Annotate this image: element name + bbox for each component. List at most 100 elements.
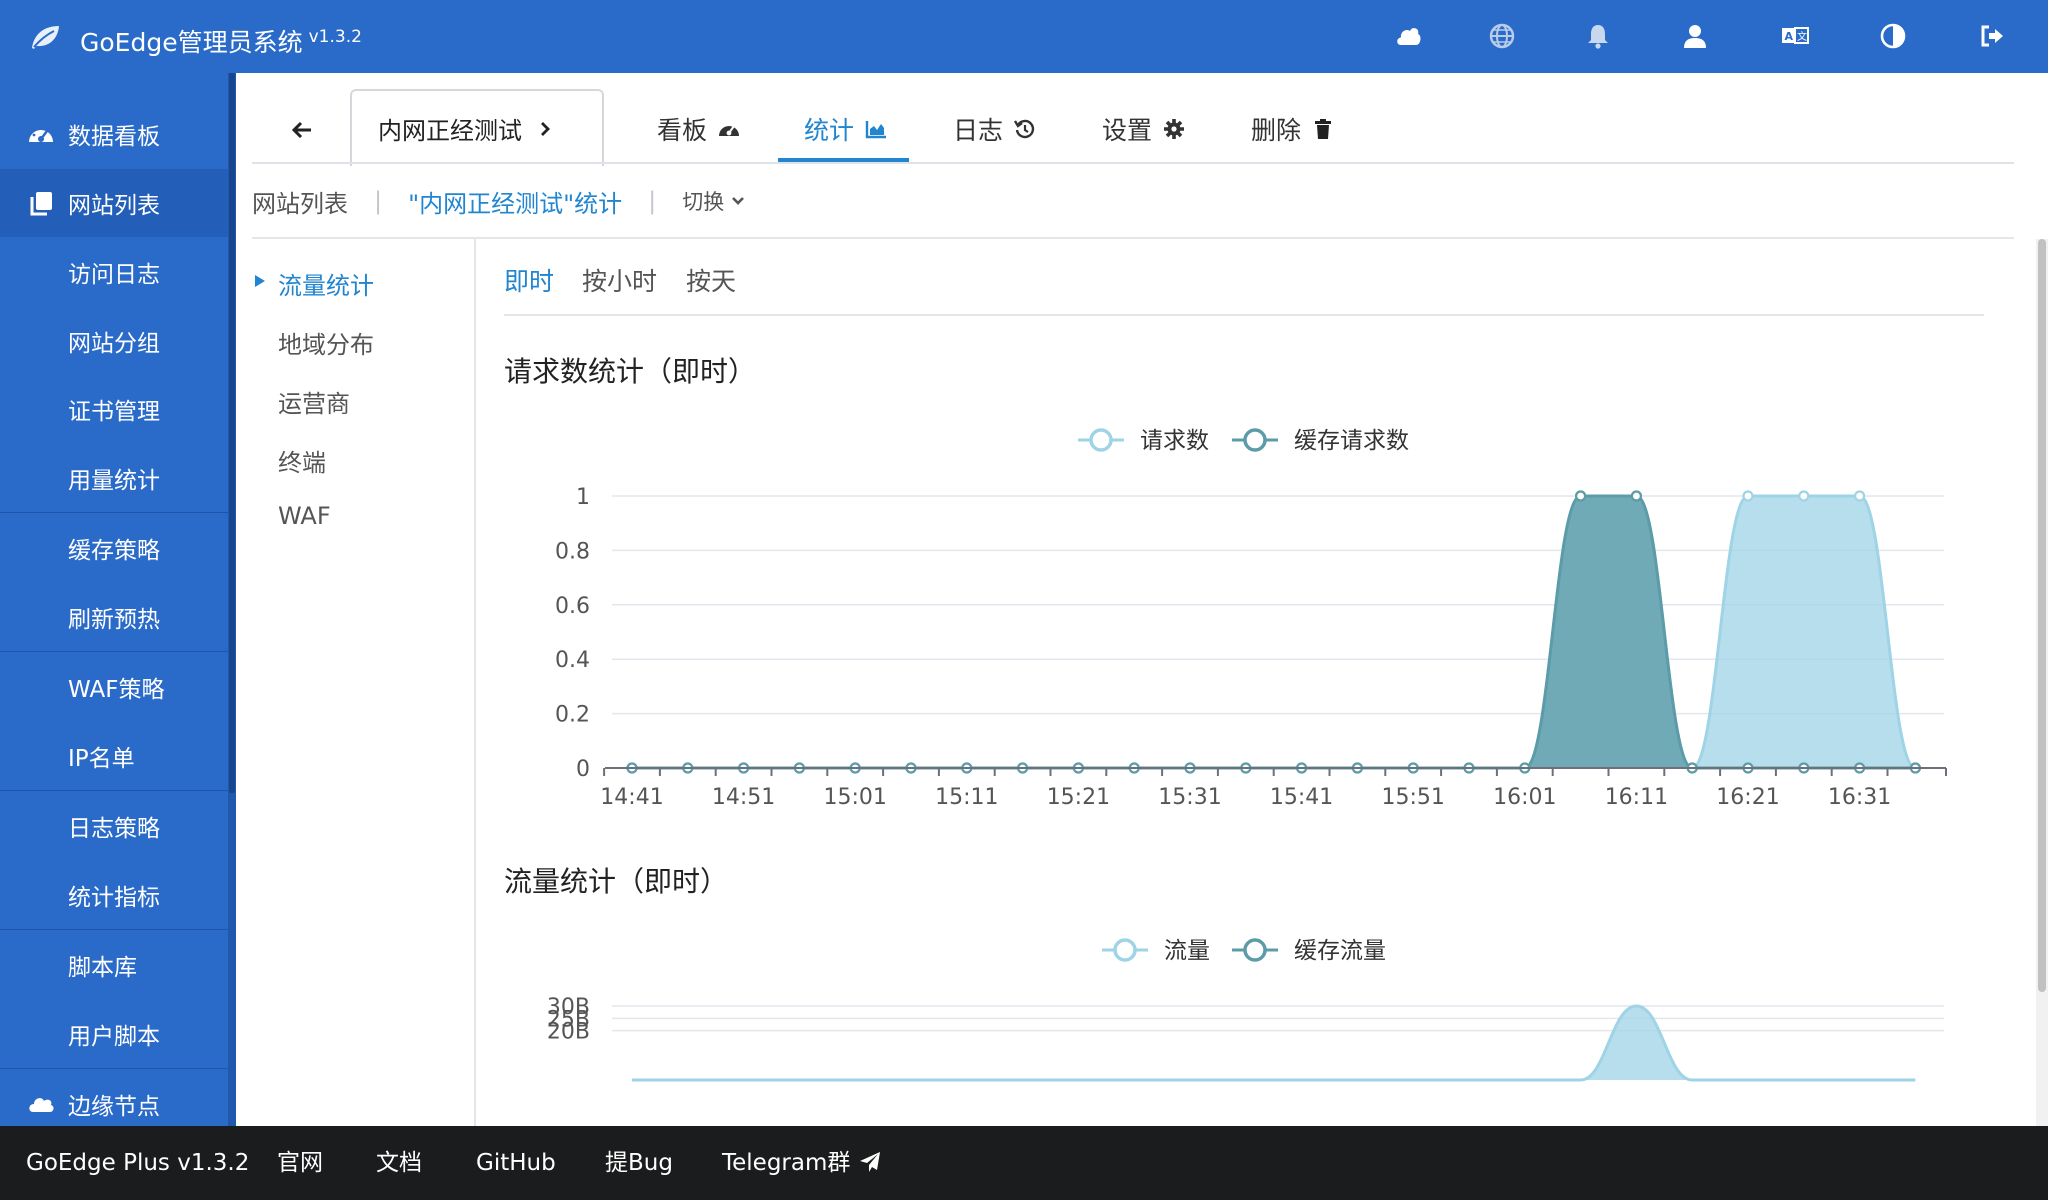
sidebar-item-label: 网站分组 <box>68 331 160 357</box>
footer-link-telegram[interactable]: Telegram群 <box>722 1148 882 1178</box>
sidebar-item-sites[interactable]: 网站列表 <box>0 169 228 237</box>
sidebar-item-label: 脚本库 <box>68 955 137 981</box>
requests-chart-title: 请求数统计（即时） <box>504 355 757 388</box>
history-icon <box>1013 119 1035 139</box>
sidebar-scrollbar-thumb[interactable] <box>229 73 235 793</box>
x-tick-label: 15:21 <box>1047 785 1110 810</box>
traffic-chart-title: 流量统计（即时） <box>504 865 729 898</box>
footer-link-docs[interactable]: 文档 <box>376 1148 422 1178</box>
theme-icon[interactable] <box>1875 18 1911 54</box>
sidebar-item-log-policy[interactable]: 日志策略 <box>0 792 228 860</box>
sidebar-item-cache-policy[interactable]: 缓存策略 <box>0 514 228 582</box>
tab-statistics[interactable]: 统计 <box>804 100 888 158</box>
submenu-item-clients[interactable]: 终端 <box>278 443 326 478</box>
breadcrumb-separator: | <box>648 187 657 215</box>
requests-chart: 请求数 缓存请求数 0 0.2 0.4 0.6 0.8 1 14:41 14:51 15:01 15:… <box>555 428 1947 810</box>
copy-icon <box>26 188 56 218</box>
server-name-label: 内网正经测试 <box>378 117 522 145</box>
tab-settings[interactable]: 设置 <box>1102 100 1186 158</box>
tab-logs[interactable]: 日志 <box>953 100 1037 158</box>
period-hourly[interactable]: 按小时 <box>582 262 657 298</box>
sidebar-item-label: 网站列表 <box>68 193 160 219</box>
footer-link-website[interactable]: 官网 <box>277 1148 323 1178</box>
sidebar-item-label: 证书管理 <box>68 399 160 425</box>
chevron-right-icon <box>541 121 550 136</box>
period-divider <box>504 314 1984 316</box>
sidebar-divider <box>0 651 228 652</box>
app-title[interactable]: GoEdge管理员系统 v1.3.2 <box>80 20 362 60</box>
cloud-icon[interactable] <box>1390 18 1426 54</box>
period-realtime[interactable]: 即时 <box>504 262 554 298</box>
cloud-icon <box>26 1089 56 1119</box>
sidebar-item-user-scripts[interactable]: 用户脚本 <box>0 1000 228 1068</box>
tab-label: 统计 <box>804 116 855 145</box>
sidebar-item-waf-policy[interactable]: WAF策略 <box>0 653 228 721</box>
sidebar-item-metrics[interactable]: 统计指标 <box>0 861 228 929</box>
dashboard-icon <box>26 119 56 149</box>
sidebar-item-purge-preheat[interactable]: 刷新预热 <box>0 583 228 651</box>
traffic-chart: 流量 缓存流量30B25B20B <box>547 938 1944 1082</box>
submenu-item-waf[interactable]: WAF <box>278 502 331 530</box>
sidebar-item-usage-stats[interactable]: 用量统计 <box>0 444 228 512</box>
language-icon[interactable]: A文 <box>1777 18 1813 54</box>
sidebar-item-edge-nodes[interactable]: 边缘节点 <box>0 1070 228 1126</box>
data-point[interactable] <box>1853 490 1866 502</box>
footer: GoEdge Plus v1.3.2 官网 文档 GitHub 提Bug Tel… <box>0 1126 2048 1200</box>
page-scrollbar-thumb[interactable] <box>2038 239 2046 992</box>
tab-dashboard[interactable]: 看板 <box>657 100 741 158</box>
series-area <box>632 1006 1916 1080</box>
y-tick-label: 0.6 <box>555 594 590 619</box>
footer-link-github[interactable]: GitHub <box>476 1148 556 1178</box>
user-icon[interactable] <box>1677 18 1713 54</box>
legend-label[interactable]: 请求数 <box>1140 428 1209 454</box>
legend-label[interactable]: 流量 <box>1164 938 1210 964</box>
switch-dropdown[interactable]: 切换 <box>682 186 746 216</box>
breadcrumb-current[interactable]: "内网正经测试"统计 <box>408 184 622 219</box>
sidebar-item-access-log[interactable]: 访问日志 <box>0 238 228 306</box>
footer-version[interactable]: GoEdge Plus v1.3.2 <box>26 1148 249 1178</box>
tabbar-divider <box>252 162 2014 164</box>
footer-link-bug[interactable]: 提Bug <box>605 1148 673 1178</box>
sidebar-item-label: 数据看板 <box>68 124 160 150</box>
tab-label: 看板 <box>657 116 708 145</box>
tab-server-name[interactable]: 内网正经测试 <box>350 89 604 166</box>
sidebar-item-certificates[interactable]: 证书管理 <box>0 375 228 443</box>
x-tick-label: 15:41 <box>1270 785 1333 810</box>
sidebar-item-ip-list[interactable]: IP名单 <box>0 722 228 790</box>
x-tick-label: 16:21 <box>1716 785 1779 810</box>
data-point[interactable] <box>1798 490 1810 502</box>
globe-icon[interactable] <box>1484 18 1520 54</box>
tab-delete[interactable]: 删除 <box>1251 100 1335 158</box>
period-daily[interactable]: 按天 <box>686 262 736 298</box>
sidebar-item-label: 缓存策略 <box>68 538 160 564</box>
back-button[interactable] <box>280 108 324 152</box>
bell-icon[interactable] <box>1580 18 1616 54</box>
data-point[interactable] <box>1630 490 1643 502</box>
sidebar-item-script-library[interactable]: 脚本库 <box>0 931 228 999</box>
data-point[interactable] <box>1742 490 1754 502</box>
y-tick-label: 20B <box>547 1020 590 1045</box>
dashboard-icon <box>719 125 740 136</box>
paper-plane-icon <box>860 1152 881 1172</box>
sidebar-item-site-groups[interactable]: 网站分组 <box>0 307 228 375</box>
sidebar-item-label: 用量统计 <box>68 468 160 494</box>
breadcrumb-sites-link[interactable]: 网站列表 <box>252 184 348 219</box>
series-area <box>632 496 1916 768</box>
switch-label: 切换 <box>682 190 725 214</box>
legend-label[interactable]: 缓存请求数 <box>1294 428 1409 454</box>
sidebar-item-label: 边缘节点 <box>68 1094 160 1120</box>
sidebar-divider <box>0 512 228 513</box>
x-tick-label: 14:51 <box>712 785 775 810</box>
breadcrumb-divider <box>252 237 2014 239</box>
y-tick-label: 0.8 <box>555 539 590 564</box>
footer-telegram-label: Telegram群 <box>722 1150 851 1176</box>
sidebar-item-dashboard[interactable]: 数据看板 <box>0 100 228 168</box>
data-point[interactable] <box>1574 490 1587 502</box>
submenu-item-regions[interactable]: 地域分布 <box>278 325 374 360</box>
logout-icon[interactable] <box>1974 18 2010 54</box>
submenu-item-isp[interactable]: 运营商 <box>278 384 350 419</box>
submenu-item-traffic[interactable]: 流量统计 <box>278 266 374 301</box>
x-tick-label: 16:31 <box>1828 785 1891 810</box>
x-tick-label: 15:11 <box>935 785 998 810</box>
legend-label[interactable]: 缓存流量 <box>1294 938 1386 964</box>
